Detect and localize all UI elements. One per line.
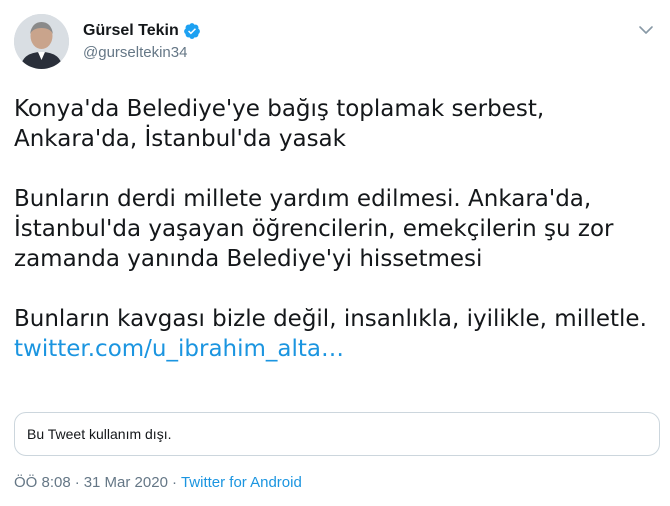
quoted-tweet-unavailable-text: Bu Tweet kullanım dışı.: [27, 426, 172, 442]
tweet-link[interactable]: twitter.com/u_ibrahim_alta…: [14, 334, 654, 364]
tweet-line: zamanda yanında Belediye'yi hissetmesi: [14, 246, 483, 272]
meta-separator: ·: [171, 474, 177, 491]
tweet-line: Konya'da Belediye'ye bağış toplamak serb…: [14, 96, 545, 122]
tweet-text: Konya'da Belediye'ye bağış toplamak serb…: [14, 94, 654, 364]
tweet-header: Gürsel Tekin @gurseltekin34: [14, 14, 201, 69]
tweet-source[interactable]: Twitter for Android: [181, 474, 302, 491]
verified-badge-icon: [183, 23, 200, 39]
chevron-down-icon[interactable]: [636, 20, 656, 40]
tweet-line: İstanbul'da yaşayan öğrencilerin, emekçi…: [14, 216, 614, 242]
tweet-line: Bunların kavgası bizle değil, insanlıkla…: [14, 306, 647, 332]
meta-separator: ·: [74, 474, 80, 491]
author-handle[interactable]: @gurseltekin34: [83, 44, 201, 61]
avatar[interactable]: [14, 14, 69, 69]
name-row: Gürsel Tekin: [83, 22, 201, 40]
quoted-tweet-card[interactable]: Bu Tweet kullanım dışı.: [14, 412, 660, 456]
tweet-time[interactable]: ÖÖ 8:08: [14, 474, 71, 491]
tweet-date[interactable]: 31 Mar 2020: [84, 474, 168, 491]
tweet: Gürsel Tekin @gurseltekin34 Konya'da Bel…: [0, 0, 670, 506]
tweet-line: Ankara'da, İstanbul'da yasak: [14, 126, 346, 152]
tweet-line: Bunların derdi millete yardım edilmesi. …: [14, 186, 592, 212]
user-info: Gürsel Tekin @gurseltekin34: [83, 22, 201, 61]
author-name[interactable]: Gürsel Tekin: [83, 22, 179, 40]
tweet-meta: ÖÖ 8:08 · 31 Mar 2020 · Twitter for Andr…: [14, 474, 302, 491]
